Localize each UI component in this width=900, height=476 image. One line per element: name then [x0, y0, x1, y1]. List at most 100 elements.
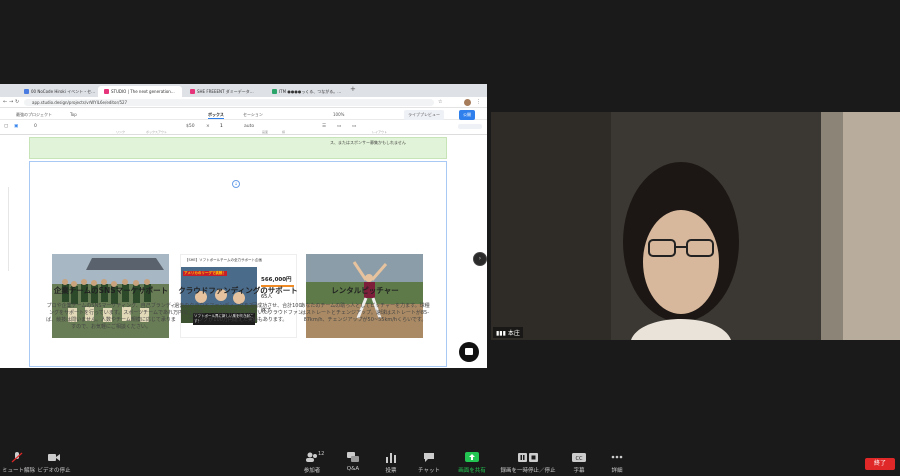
crowdfunding-banner: 【SHE】ソフトボールチームの全力サポート企画 — [185, 258, 262, 262]
end-meeting-button[interactable]: 終了 — [865, 458, 895, 470]
toolbar-label: 字幕 — [573, 468, 585, 474]
participant-name: 本庄 — [507, 330, 520, 337]
zoom-meeting-stage: 00 NoCode Hiroki イベント・セ… STUDIO | The ne… — [0, 0, 900, 448]
camera-icon — [48, 454, 60, 461]
participant-image — [491, 112, 900, 340]
shared-screen: 00 NoCode Hiroki イベント・セ… STUDIO | The ne… — [0, 84, 487, 368]
url-field[interactable]: app.studio.design/projects/vrWYlL6e/edit… — [24, 99, 434, 106]
funding-amount: 566,000円 — [261, 277, 292, 283]
service-body: 過去のクラウドファンディングを2回成功させ、合計100万円以上調達。アドバイスせ… — [173, 303, 303, 323]
next-page-arrow-icon[interactable]: › — [473, 252, 487, 266]
tool-label: 画面 — [262, 130, 269, 134]
tab-favicon-icon — [104, 89, 109, 94]
forward-icon[interactable]: → — [9, 99, 13, 105]
tab-label: ITM ●●●●っくる、つながる。… — [279, 89, 342, 94]
profile-avatar[interactable] — [464, 99, 471, 106]
tool-number[interactable]: 0 — [34, 124, 37, 129]
toolbar-label: 録画を一時停止／停止 — [500, 468, 556, 474]
qa-button[interactable]: Q&A — [342, 452, 364, 472]
browser-tab-bar: 00 NoCode Hiroki イベント・セ… STUDIO | The ne… — [0, 84, 487, 97]
page-select[interactable]: Top — [70, 112, 77, 117]
publish-button[interactable]: 公開 — [459, 110, 475, 120]
reload-icon[interactable]: ↻ — [15, 99, 19, 105]
toolbar-label: 投票 — [385, 468, 397, 474]
bookmark-star-icon[interactable]: ☆ — [438, 99, 442, 105]
signal-icon: ▮▮▮ — [496, 330, 508, 337]
svg-text:CC: CC — [576, 456, 583, 462]
toolbar-label: チャット — [418, 468, 440, 474]
pause-recording-button[interactable]: 録画を一時停止／停止 — [497, 452, 559, 474]
project-name[interactable]: 最強のプロジェクト — [16, 112, 52, 118]
layout-icon[interactable]: ▢ — [4, 124, 8, 129]
more-button[interactable]: 詳細 — [606, 452, 628, 474]
green-section-text: ス、またはスポンサー募集かもしれません — [330, 140, 406, 145]
tool-number[interactable]: 1 — [220, 124, 223, 129]
left-panel-edge[interactable] — [0, 187, 9, 271]
captions-button[interactable]: CC 字幕 — [568, 452, 590, 474]
address-bar-row: ← → ↻ app.studio.design/projects/vrWYlL6… — [0, 97, 487, 108]
microphone-icon — [11, 452, 23, 463]
toolbar-label: 画面を共有 — [458, 468, 486, 474]
live-preview-button[interactable]: ライブプレビュー — [404, 110, 444, 120]
cc-icon: CC — [572, 453, 586, 462]
tab-label: 00 NoCode Hiroki イベント・セ… — [31, 89, 96, 94]
browser-tab[interactable]: SHE FREEENT ダミーデータ… — [184, 86, 264, 97]
stop-video-button[interactable]: ビデオの停止 — [36, 452, 72, 474]
service-column: 企業チームのSNSマーケサポート プロや企業チームのSNSマーケティング、自己ブ… — [46, 285, 176, 331]
tab-favicon-icon — [272, 89, 277, 94]
browser-menu-icon[interactable]: ⋮ — [476, 99, 481, 105]
service-body: あなたのチームの助っ人としてピッチャーを力ます。球種はストレートとチェンジアップ… — [300, 303, 430, 323]
tool-label: ボックスアウト — [146, 130, 167, 134]
qa-icon — [347, 452, 359, 462]
service-column: クラウドファンディングのサポート 過去のクラウドファンディングを2回成功させ、合… — [173, 285, 303, 324]
zoom-value[interactable]: 100% — [333, 112, 344, 117]
editor-top-bar: 最強のプロジェクト Top ボックス セーション 100% ライブプレビュー 公… — [0, 109, 487, 120]
service-column: レンタルピッチャー あなたのチームの助っ人としてピッチャーを力ます。球種はストレ… — [300, 285, 430, 324]
poster-top-text: アメリカのリーグで挑戦！ — [183, 271, 227, 276]
toolbar-label: 参加者 — [303, 468, 321, 474]
unmute-button[interactable]: ミュート解除 — [2, 452, 36, 474]
select-icon[interactable]: ▣ — [14, 124, 18, 129]
chat-bubble-icon — [465, 348, 473, 355]
browser-tab[interactable]: 00 NoCode Hiroki イベント・セ… — [18, 86, 96, 97]
tool-number[interactable]: $50 — [186, 124, 195, 129]
share-screen-button[interactable]: 画面を共有 — [455, 452, 489, 474]
more-icon — [611, 455, 623, 459]
tool-label: 横 — [282, 130, 286, 134]
chat-widget-button[interactable] — [459, 342, 479, 362]
toolbar-label: ビデオの停止 — [37, 468, 71, 474]
participant-video[interactable]: ▮▮▮ 本庄 — [491, 112, 900, 340]
toolbar-label: ミュート解除 — [2, 468, 36, 474]
poll-button[interactable]: 投票 — [380, 452, 402, 474]
toolbar-label: 詳細 — [611, 468, 623, 474]
service-title: レンタルピッチャー — [331, 286, 399, 295]
meeting-toolbar: ミュート解除 ビデオの停止 参加者 12 Q&A 投票 チャット 画面を共有 録… — [0, 448, 900, 476]
arrow-down-icon[interactable]: ↓ — [232, 180, 240, 188]
browser-tab[interactable]: ITM ●●●●っくる、つながる。… — [266, 86, 346, 97]
record-pause-icon — [518, 453, 538, 462]
close-icon[interactable]: × — [206, 124, 210, 129]
service-title: 企業チームのSNSマーケサポート — [53, 286, 169, 295]
service-title: クラウドファンディングのサポート — [178, 286, 298, 295]
tab-favicon-icon — [190, 89, 195, 94]
align-icon[interactable]: ☰ — [322, 124, 326, 129]
tool-number[interactable]: auto — [244, 124, 254, 129]
participants-icon — [306, 452, 317, 462]
green-section[interactable]: ス、またはスポンサー募集かもしれません — [29, 137, 447, 159]
style-field[interactable] — [458, 124, 482, 129]
participant-name-label: ▮▮▮ 本庄 — [493, 327, 523, 338]
toolbar-label: Q&A — [346, 466, 360, 472]
align-icon[interactable]: ▭ — [337, 124, 341, 129]
editor-canvas: ス、またはスポンサー募集かもしれません ↓ 【SHE】ソフトボールチームの全力サ… — [0, 135, 487, 368]
editor-toolbar: ▢ ▣ 0 リンク ボックスアウト $50 × 1 auto 画面 横 ☰ ▭ … — [0, 121, 487, 135]
align-icon[interactable]: ▭ — [352, 124, 356, 129]
new-tab-icon[interactable]: + — [350, 85, 356, 93]
back-icon[interactable]: ← — [3, 99, 7, 105]
tab-label: SHE FREEENT ダミーデータ… — [197, 89, 254, 94]
tool-label: レイアウト — [372, 130, 388, 134]
browser-tab-active[interactable]: STUDIO | The next generation… — [98, 86, 182, 97]
tab-section[interactable]: セーション — [243, 112, 263, 118]
chat-button[interactable]: チャット — [416, 452, 442, 474]
service-body: プロや企業チームのSNSマーケティング、自己ブランディングをサポートを行っていま… — [46, 303, 176, 330]
tab-box[interactable]: ボックス — [208, 112, 224, 119]
